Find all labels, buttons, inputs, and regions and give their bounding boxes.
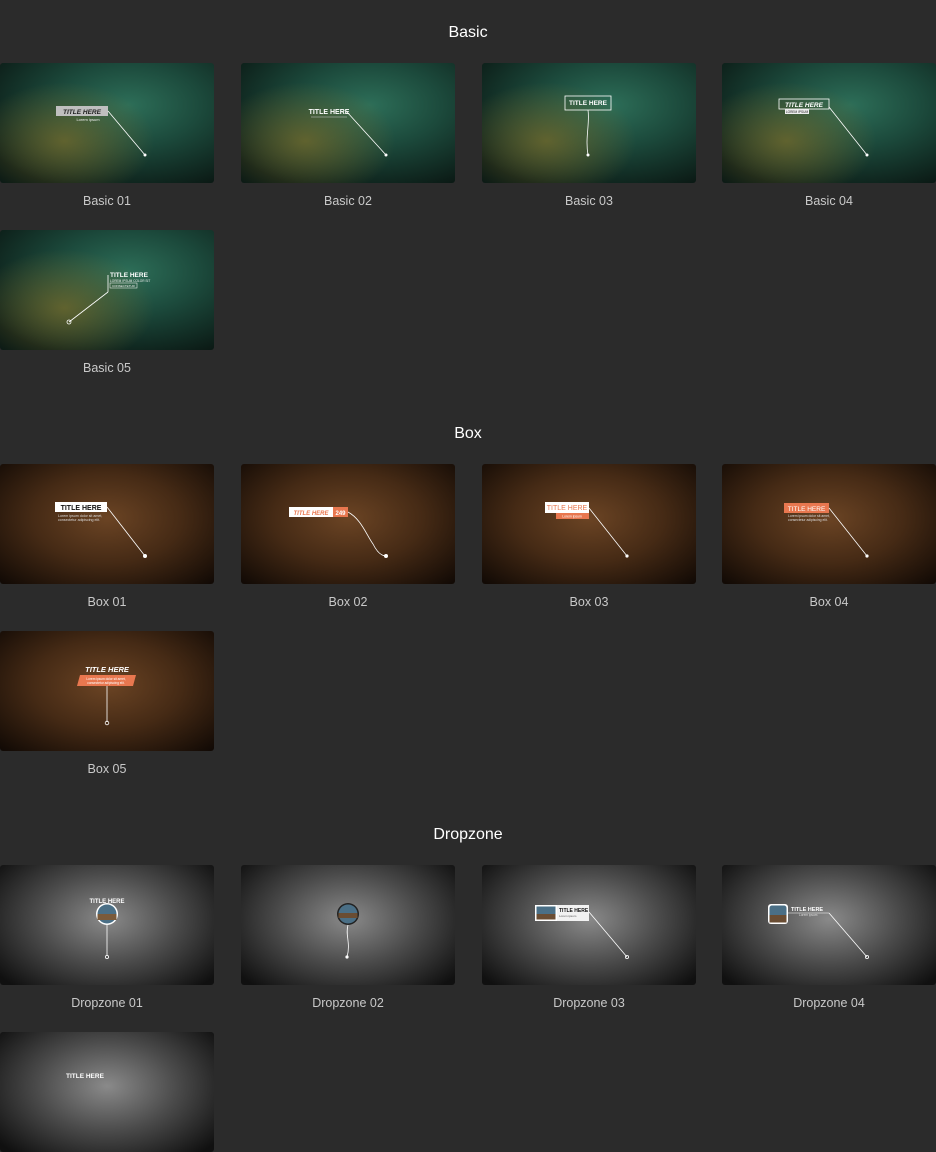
preview-title: TITLE HERE [110, 272, 149, 279]
preview-title: TITLE HERE [569, 100, 608, 107]
tile-label: Basic 04 [805, 194, 853, 208]
tile-label: Basic 03 [565, 194, 613, 208]
thumbnail[interactable]: TITLE HERE Lorem ipsum [0, 63, 214, 183]
thumbnail[interactable]: TITLE HERE Lorem ipsum [482, 464, 696, 584]
preview-subtitle-2: consectetur adipiscing elit. [58, 518, 100, 522]
tile-dropzone-02[interactable]: Dropzone 02 [241, 865, 455, 1010]
tile-label: Dropzone 01 [71, 996, 143, 1010]
callout-preview: TITLE HERE [89, 899, 125, 960]
preview-title: TITLE HERE [788, 506, 826, 513]
tile-label: Dropzone 02 [312, 996, 384, 1010]
callout-preview: TITLE HERE Lorem ipsum dolor sit amet, c… [77, 665, 136, 726]
callout-preview: TITLE HERE Lorem ipsum [545, 502, 629, 558]
tile-basic-01[interactable]: TITLE HERE Lorem ipsum Basic 01 [0, 63, 214, 208]
callout-preview: TITLE HERE LOREM IPSUM COLOR SIT CONSECT… [66, 272, 150, 325]
preview-title: TITLE HERE [63, 109, 102, 116]
preview-title: TITLE HERE [85, 665, 130, 674]
preview-title: TITLE HERE [61, 505, 102, 512]
tile-basic-04[interactable]: TITLE HERE LOREM IPSUM Basic 04 [722, 63, 936, 208]
thumbnail[interactable]: TITLE HERE LOREM IPSUM COLOR SIT CONSECT… [0, 230, 214, 350]
section-title-basic: Basic [448, 24, 488, 41]
tile-label: Basic 02 [324, 194, 372, 208]
thumbnail[interactable]: TITLE HERE Lorem ipsum dolor sit amet, c… [0, 464, 214, 584]
preview-title: TITLE HERE [547, 505, 588, 512]
tile-label: Box 01 [87, 595, 127, 609]
thumbnail[interactable]: TITLE HERE [0, 865, 214, 985]
preview-subtitle: Lorem ipsum [559, 914, 577, 918]
tile-label: Dropzone 03 [553, 996, 625, 1010]
tile-label: Box 04 [809, 595, 849, 609]
callout-preview: TITLE HERE Lorem ipsum dolor sit amet, c… [55, 502, 147, 558]
preview-subtitle: Lorem ipsum [562, 515, 582, 519]
callout-preview: TITLE HERE [66, 1073, 105, 1080]
thumbnail[interactable]: TITLE HERE [0, 1032, 214, 1152]
preview-title: TITLE HERE [293, 511, 329, 517]
section-title-dropzone: Dropzone [433, 826, 503, 843]
preview-title: TITLE HERE [66, 1073, 105, 1080]
callout-preview: TITLE HERE [309, 109, 388, 157]
thumbnail[interactable]: TITLE HERE 249 [241, 464, 455, 584]
tile-label: Basic 01 [83, 194, 131, 208]
tile-label: Box 02 [328, 595, 368, 609]
tile-dropzone-01[interactable]: TITLE HERE Dropzone 01 [0, 865, 214, 1010]
tile-basic-05[interactable]: TITLE HERE LOREM IPSUM COLOR SIT CONSECT… [0, 230, 214, 375]
tile-box-05[interactable]: TITLE HERE Lorem ipsum dolor sit amet, c… [0, 631, 214, 776]
callout-preview: TITLE HERE [564, 95, 612, 157]
tile-box-03[interactable]: TITLE HERE Lorem ipsum Box 03 [482, 464, 696, 609]
callout-preview [337, 903, 359, 959]
callout-preview: TITLE HERE Lorem ipsum [768, 904, 869, 960]
callout-preview: TITLE HERE Lorem ipsum [56, 106, 147, 157]
tile-box-01[interactable]: TITLE HERE Lorem ipsum dolor sit amet, c… [0, 464, 214, 609]
preview-number: 249 [335, 511, 346, 517]
tile-dropzone-05[interactable]: TITLE HERE [0, 1032, 214, 1152]
callout-preview: TITLE HERE Lorem ipsum dolor sit amet, c… [784, 503, 869, 558]
callout-preview: TITLE HERE LOREM IPSUM [778, 98, 869, 157]
tile-box-04[interactable]: TITLE HERE Lorem ipsum dolor sit amet, c… [722, 464, 936, 609]
preview-tag: CONSECTETUR [112, 284, 136, 288]
thumbnail[interactable] [241, 865, 455, 985]
preview-subtitle-2: consectetur adipiscing elit. [788, 518, 828, 522]
preview-title: TITLE HERE [785, 102, 824, 109]
callout-preview: TITLE HERE 249 [289, 507, 388, 558]
tile-label: Box 03 [569, 595, 609, 609]
tile-basic-02[interactable]: TITLE HERE Basic 02 [241, 63, 455, 208]
tile-basic-03[interactable]: TITLE HERE Basic 03 [482, 63, 696, 208]
thumbnail[interactable]: TITLE HERE [482, 63, 696, 183]
thumbnail[interactable]: TITLE HERE Lorem ipsum dolor sit amet, c… [0, 631, 214, 751]
tile-box-02[interactable]: TITLE HERE 249 Box 02 [241, 464, 455, 609]
section-title-box: Box [454, 425, 482, 442]
tile-dropzone-04[interactable]: TITLE HERE Lorem ipsum Dropzone 04 [722, 865, 936, 1010]
callout-preview: TITLE HERE Lorem ipsum [535, 905, 629, 960]
tile-dropzone-03[interactable]: TITLE HERE Lorem ipsum Dropzone 03 [482, 865, 696, 1010]
tile-label: Dropzone 04 [793, 996, 865, 1010]
thumbnail[interactable]: TITLE HERE LOREM IPSUM [722, 63, 936, 183]
tile-label: Basic 05 [83, 361, 131, 375]
thumbnail[interactable]: TITLE HERE Lorem ipsum dolor sit amet, c… [722, 464, 936, 584]
preview-subtitle: LOREM IPSUM [786, 110, 809, 114]
tile-label: Box 05 [87, 762, 127, 776]
preview-subtitle: Lorem ipsum [76, 117, 100, 122]
preview-subtitle-2: consectetur adipiscing elit. [87, 681, 124, 685]
thumbnail[interactable]: TITLE HERE Lorem ipsum [722, 865, 936, 985]
preview-subtitle: LOREM IPSUM COLOR SIT [110, 279, 150, 283]
preview-title: TITLE HERE [309, 109, 350, 116]
thumbnail[interactable]: TITLE HERE [241, 63, 455, 183]
thumbnail[interactable]: TITLE HERE Lorem ipsum [482, 865, 696, 985]
preview-subtitle: Lorem ipsum [799, 913, 818, 917]
